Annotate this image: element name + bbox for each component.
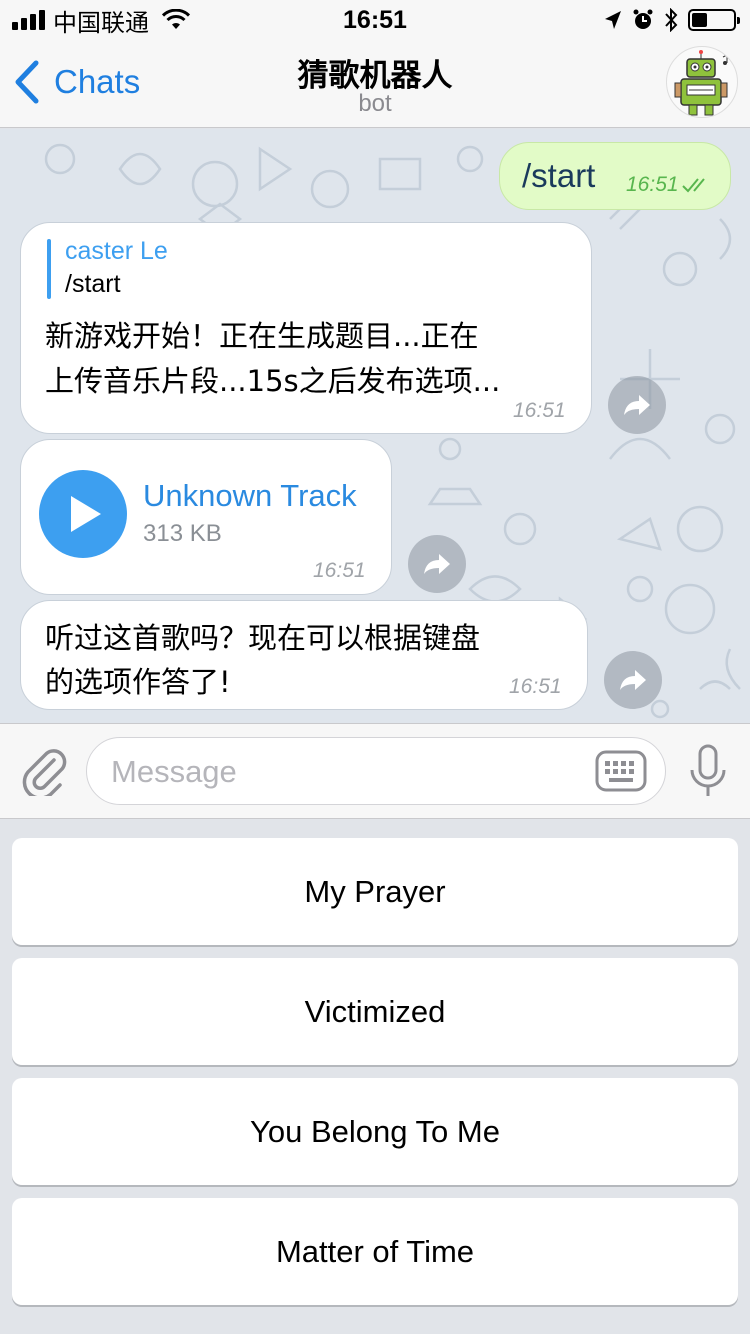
message-time: 16:51 xyxy=(626,173,679,196)
bot-keyboard: My Prayer Victimized You Belong To Me Ma… xyxy=(0,820,750,1334)
input-bar xyxy=(0,723,750,819)
track-size: 313 KB xyxy=(143,520,222,547)
audio-message[interactable]: Unknown Track 313 KB 16:51 xyxy=(20,439,392,595)
keyboard-icon[interactable] xyxy=(595,750,647,792)
alarm-icon xyxy=(633,9,653,29)
forward-icon xyxy=(620,670,646,690)
message-time: 16:51 xyxy=(509,675,562,698)
robot-icon xyxy=(674,50,728,116)
message-field[interactable] xyxy=(86,737,666,805)
incoming-message[interactable]: 听过这首歌吗？现在可以根据键盘 的选项作答了! 16:51 xyxy=(20,600,588,710)
forward-button[interactable] xyxy=(608,376,666,434)
chat-subtitle: bot xyxy=(358,90,392,117)
message-text-line-1: 听过这首歌吗？现在可以根据键盘 xyxy=(45,621,481,655)
forward-icon xyxy=(624,395,650,415)
battery-icon xyxy=(688,9,740,31)
reply-text: /start xyxy=(65,270,121,298)
answer-button-1[interactable]: My Prayer xyxy=(12,838,738,945)
play-button[interactable] xyxy=(39,470,127,558)
message-text-line-1: 新游戏开始！正在生成题目...正在 xyxy=(45,319,479,353)
answer-button-3[interactable]: You Belong To Me xyxy=(12,1078,738,1185)
message-time: 16:51 xyxy=(313,559,366,582)
answer-button-4[interactable]: Matter of Time xyxy=(12,1198,738,1305)
microphone-icon[interactable] xyxy=(688,744,728,800)
bot-avatar[interactable] xyxy=(666,46,738,118)
answer-button-2[interactable]: Victimized xyxy=(12,958,738,1065)
message-text-line-2: 上传音乐片段...15s之后发布选项... xyxy=(45,364,501,398)
forward-button[interactable] xyxy=(408,535,466,593)
chat-area[interactable]: /start 16:51 caster Le /start 新游戏开始！正在生成… xyxy=(0,129,750,723)
chat-title: 猜歌机器人 xyxy=(297,58,453,94)
nav-bar: Chats 猜歌机器人 bot xyxy=(0,40,750,128)
message-text: /start xyxy=(522,157,596,194)
reply-quote-bar xyxy=(47,239,51,299)
message-text-line-2: 的选项作答了! xyxy=(45,665,231,699)
status-right xyxy=(604,8,740,32)
message-input[interactable] xyxy=(111,750,591,794)
bluetooth-icon xyxy=(665,8,678,32)
forward-button[interactable] xyxy=(604,651,662,709)
attach-icon[interactable] xyxy=(20,746,68,796)
incoming-message[interactable]: caster Le /start 新游戏开始！正在生成题目...正在 上传音乐片… xyxy=(20,222,592,434)
play-icon xyxy=(71,496,101,532)
message-time: 16:51 xyxy=(513,399,566,422)
outgoing-message[interactable]: /start 16:51 xyxy=(499,142,731,210)
forward-icon xyxy=(424,554,450,574)
track-title: Unknown Track xyxy=(143,478,357,513)
location-icon xyxy=(605,11,621,29)
double-check-icon xyxy=(682,178,705,193)
status-bar: 中国联通 16:51 xyxy=(0,0,750,40)
reply-author: caster Le xyxy=(65,237,168,265)
